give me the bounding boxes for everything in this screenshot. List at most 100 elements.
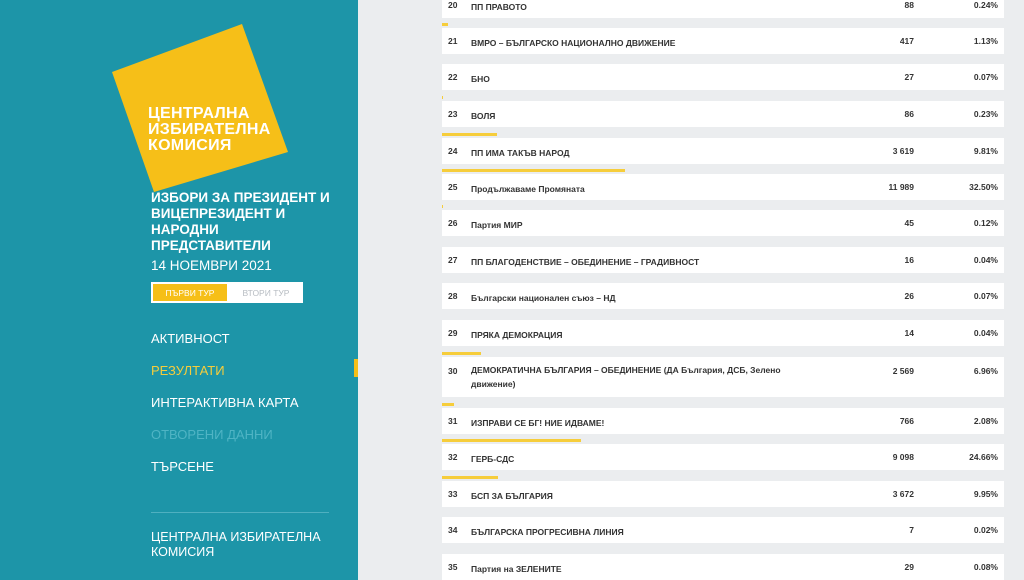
result-percent-bar bbox=[442, 403, 454, 406]
result-percent: 0.07% bbox=[973, 291, 998, 301]
result-number: 22 bbox=[448, 72, 458, 82]
result-percent-bar bbox=[442, 96, 443, 99]
result-votes: 14 bbox=[904, 328, 914, 338]
result-party-name: ВОЛЯ bbox=[471, 111, 496, 121]
result-percent-bar bbox=[442, 23, 448, 26]
result-number: 33 bbox=[448, 489, 458, 499]
result-party-name: ПП БЛАГОДЕНСТВИЕ – ОБЕДИНЕНИЕ – ГРАДИВНО… bbox=[471, 257, 700, 267]
result-percent: 0.12% bbox=[973, 218, 998, 228]
result-row[interactable]: 35 Партия на ЗЕЛЕНИТЕ 29 0.08% bbox=[442, 554, 1004, 580]
footer-cik-link[interactable]: ЦЕНТРАЛНА ИЗБИРАТЕЛНА КОМИСИЯ bbox=[151, 530, 331, 560]
result-party-name: ПП ИМА ТАКЪВ НАРОД bbox=[471, 148, 570, 158]
result-percent: 9.81% bbox=[973, 146, 998, 156]
result-votes: 16 bbox=[904, 255, 914, 265]
result-percent: 0.23% bbox=[973, 109, 998, 119]
nav-item-search[interactable]: ТЪРСЕНЕ bbox=[151, 458, 299, 490]
result-number: 25 bbox=[448, 182, 458, 192]
result-row[interactable]: 24 ПП ИМА ТАКЪВ НАРОД 3 619 9.81% bbox=[442, 138, 1004, 164]
result-row[interactable]: 25 Продължаваме Промяната 11 989 32.50% bbox=[442, 174, 1004, 200]
nav-divider bbox=[151, 512, 329, 513]
result-number: 34 bbox=[448, 525, 458, 535]
result-votes: 26 bbox=[904, 291, 914, 301]
result-row[interactable]: 20 ПП ПРАВОТО 88 0.24% bbox=[442, 0, 1004, 18]
result-percent: 9.95% bbox=[973, 489, 998, 499]
nav-item-results[interactable]: РЕЗУЛТАТИ bbox=[151, 362, 299, 394]
result-number: 21 bbox=[448, 36, 458, 46]
result-row[interactable]: 28 Български национален съюз – НД 26 0.07% bbox=[442, 283, 1004, 309]
result-number: 24 bbox=[448, 146, 458, 156]
result-row[interactable]: 22 БНО 27 0.07% bbox=[442, 64, 1004, 90]
main-nav: АКТИВНОСТ РЕЗУЛТАТИ ИНТЕРАКТИВНА КАРТА О… bbox=[151, 330, 299, 490]
result-number: 35 bbox=[448, 562, 458, 572]
result-number: 27 bbox=[448, 255, 458, 265]
result-percent: 0.07% bbox=[973, 72, 998, 82]
result-party-name: Продължаваме Промяната bbox=[471, 184, 585, 194]
result-percent-bar bbox=[442, 205, 443, 208]
result-percent-bar bbox=[442, 439, 581, 442]
result-row[interactable]: 31 ИЗПРАВИ СЕ БГ! НИЕ ИДВАМЕ! 766 2.08% bbox=[442, 408, 1004, 434]
active-nav-marker bbox=[354, 359, 358, 377]
logo-line: ЦЕНТРАЛНА bbox=[148, 105, 250, 122]
result-votes: 417 bbox=[899, 36, 914, 46]
result-row[interactable]: 26 Партия МИР 45 0.12% bbox=[442, 210, 1004, 236]
result-votes: 9 098 bbox=[892, 452, 914, 462]
result-votes: 3 619 bbox=[892, 146, 914, 156]
result-row[interactable]: 21 ВМРО – БЪЛГАРСКО НАЦИОНАЛНО ДВИЖЕНИЕ 41… bbox=[442, 28, 1004, 54]
result-row[interactable]: 30 ДЕМОКРАТИЧНА БЪЛГАРИЯ – ОБЕДИНЕНИЕ (ДА… bbox=[442, 357, 1004, 397]
result-party-name: БНО bbox=[471, 74, 490, 84]
sidebar: ЦЕНТРАЛНА ИЗБИРАТЕЛНА КОМИСИЯ ИЗБОРИ ЗА … bbox=[0, 0, 358, 580]
result-party-name: Партия МИР bbox=[471, 220, 523, 230]
result-number: 28 bbox=[448, 291, 458, 301]
logo-text: ЦЕНТРАЛНА ИЗБИРАТЕЛНА КОМИСИЯ bbox=[148, 106, 271, 154]
result-percent-bar bbox=[442, 169, 625, 172]
result-percent: 6.96% bbox=[973, 366, 998, 376]
result-row[interactable]: 33 БСП ЗА БЪЛГАРИЯ 3 672 9.95% bbox=[442, 481, 1004, 507]
result-row[interactable]: 29 ПРЯКА ДЕМОКРАЦИЯ 14 0.04% bbox=[442, 320, 1004, 346]
result-row[interactable]: 32 ГЕРБ-СДС 9 098 24.66% bbox=[442, 444, 1004, 470]
result-votes: 29 bbox=[904, 562, 914, 572]
result-percent: 24.66% bbox=[969, 452, 998, 462]
result-percent: 0.04% bbox=[973, 255, 998, 265]
result-percent: 0.02% bbox=[973, 525, 998, 535]
round-second-button[interactable]: ВТОРИ ТУР bbox=[229, 282, 303, 303]
result-row[interactable]: 23 ВОЛЯ 86 0.23% bbox=[442, 101, 1004, 127]
result-number: 26 bbox=[448, 218, 458, 228]
result-percent: 2.08% bbox=[973, 416, 998, 426]
result-votes: 45 bbox=[904, 218, 914, 228]
result-number: 30 bbox=[448, 366, 458, 376]
result-percent: 0.08% bbox=[973, 562, 998, 572]
result-party-name: БЪЛГАРСКА ПРОГРЕСИВНА ЛИНИЯ bbox=[471, 527, 624, 537]
result-number: 20 bbox=[448, 0, 458, 10]
nav-item-open-data[interactable]: ОТВОРЕНИ ДАННИ bbox=[151, 426, 299, 458]
result-party-name: ПП ПРАВОТО bbox=[471, 2, 527, 12]
result-votes: 7 bbox=[909, 525, 914, 535]
result-percent: 32.50% bbox=[969, 182, 998, 192]
result-votes: 27 bbox=[904, 72, 914, 82]
result-votes: 88 bbox=[904, 0, 914, 10]
result-number: 31 bbox=[448, 416, 458, 426]
result-number: 32 bbox=[448, 452, 458, 462]
round-switch: ПЪРВИ ТУР ВТОРИ ТУР bbox=[151, 282, 303, 303]
result-votes: 2 569 bbox=[892, 366, 914, 376]
logo-line: КОМИСИЯ bbox=[148, 137, 232, 154]
result-party-name: ИЗПРАВИ СЕ БГ! НИЕ ИДВАМЕ! bbox=[471, 418, 605, 428]
result-percent: 0.24% bbox=[973, 0, 998, 10]
result-row[interactable]: 27 ПП БЛАГОДЕНСТВИЕ – ОБЕДИНЕНИЕ – ГРАДИВ… bbox=[442, 247, 1004, 273]
round-first-button[interactable]: ПЪРВИ ТУР bbox=[151, 282, 229, 303]
result-party-name: ДЕМОКРАТИЧНА БЪЛГАРИЯ – ОБЕДИНЕНИЕ (ДА Б… bbox=[471, 365, 781, 389]
result-votes: 3 672 bbox=[892, 489, 914, 499]
logo-line: ИЗБИРАТЕЛНА bbox=[148, 121, 271, 138]
result-party-name: ГЕРБ-СДС bbox=[471, 454, 515, 464]
nav-item-activity[interactable]: АКТИВНОСТ bbox=[151, 330, 299, 362]
result-percent-bar bbox=[442, 476, 498, 479]
result-percent-bar bbox=[442, 352, 481, 355]
result-party-name: Български национален съюз – НД bbox=[471, 293, 616, 303]
result-party-name: БСП ЗА БЪЛГАРИЯ bbox=[471, 491, 553, 501]
election-date: 14 НОЕМВРИ 2021 bbox=[151, 258, 272, 273]
nav-item-interactive-map[interactable]: ИНТЕРАКТИВНА КАРТА bbox=[151, 394, 299, 426]
result-percent: 0.04% bbox=[973, 328, 998, 338]
result-number: 29 bbox=[448, 328, 458, 338]
result-row[interactable]: 34 БЪЛГАРСКА ПРОГРЕСИВНА ЛИНИЯ 7 0.02% bbox=[442, 517, 1004, 543]
cik-logo[interactable]: ЦЕНТРАЛНА ИЗБИРАТЕЛНА КОМИСИЯ bbox=[110, 22, 290, 192]
result-votes: 766 bbox=[899, 416, 914, 426]
